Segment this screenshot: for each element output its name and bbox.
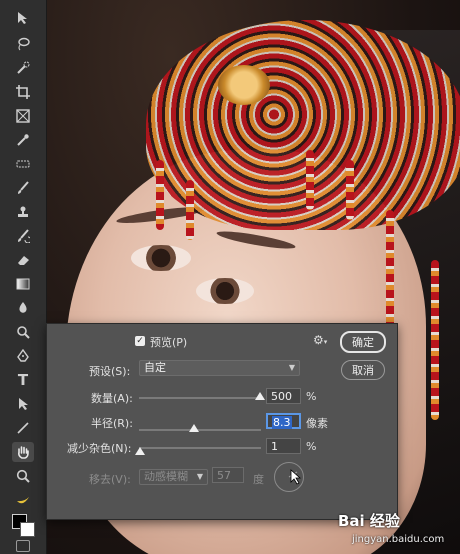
history-brush-icon[interactable]	[12, 226, 34, 246]
healing-icon[interactable]	[12, 154, 34, 174]
radius-label: 半径(R):	[91, 417, 133, 430]
chevron-down-icon: ▼	[196, 472, 203, 481]
amount-input[interactable]: 500	[266, 388, 301, 404]
amount-slider-thumb[interactable]	[254, 392, 265, 400]
filter-dialog: ✓ 预览(P) ⚙▾ 确定 取消 预设(S): 自定 ▼ 数量(A): 500 …	[46, 323, 398, 520]
move-icon[interactable]	[12, 8, 34, 28]
type-icon[interactable]: T	[12, 370, 34, 390]
radius-input-value: 8.3	[272, 416, 292, 429]
gradient-icon[interactable]	[12, 274, 34, 294]
blur-icon[interactable]	[12, 298, 34, 318]
angle-unit: 度	[253, 473, 264, 486]
headdress-fringe	[431, 260, 439, 420]
stamp-icon[interactable]	[12, 202, 34, 222]
amount-unit: %	[306, 390, 317, 403]
preset-label: 预设(S):	[89, 365, 131, 378]
preview-checkbox[interactable]: ✓	[135, 336, 145, 346]
watermark: Bai 经验 jingyan.baidu.com	[338, 510, 456, 550]
right-eye	[196, 278, 254, 304]
crop-icon[interactable]	[12, 82, 34, 102]
headdress-fringe	[346, 160, 354, 220]
headdress-fringe	[306, 150, 314, 210]
path-select-icon[interactable]	[12, 394, 34, 414]
remove-select[interactable]: 动感模糊 ▼	[139, 469, 208, 485]
headdress-fringe	[186, 180, 194, 240]
radius-input[interactable]: 8.3	[266, 413, 301, 429]
type-icon-glyph: T	[17, 371, 29, 389]
background-color-swatch[interactable]	[20, 522, 35, 537]
watermark-main: Bai 经验	[338, 512, 400, 530]
banana-icon[interactable]	[12, 490, 34, 510]
gear-icon[interactable]: ⚙▾	[313, 333, 327, 347]
angle-input-value: 57	[217, 469, 231, 482]
zoom-icon[interactable]	[12, 466, 34, 486]
chevron-down-icon: ▼	[288, 363, 295, 372]
amount-slider[interactable]	[139, 397, 261, 399]
eraser-icon[interactable]	[12, 250, 34, 270]
remove-label: 移去(V):	[89, 473, 131, 486]
cancel-button-label: 取消	[352, 364, 374, 377]
radius-slider-thumb[interactable]	[188, 424, 199, 432]
noise-input[interactable]: 1	[266, 438, 301, 454]
preset-select[interactable]: 自定 ▼	[139, 360, 300, 376]
noise-unit: %	[306, 440, 317, 453]
ok-button-label: 确定	[352, 336, 374, 349]
preview-label: 预览(P)	[150, 336, 188, 349]
preset-select-value: 自定	[144, 361, 166, 374]
lasso-icon[interactable]	[12, 34, 34, 54]
frame-icon[interactable]	[12, 106, 34, 126]
dodge-icon[interactable]	[12, 322, 34, 342]
pen-icon[interactable]	[12, 346, 34, 366]
radius-unit: 像素	[306, 417, 328, 430]
headdress-pendant	[218, 65, 270, 105]
amount-label: 数量(A):	[91, 392, 133, 405]
ok-button[interactable]: 确定	[340, 331, 386, 353]
noise-slider-thumb[interactable]	[135, 447, 146, 455]
angle-input[interactable]: 57	[212, 467, 244, 483]
amount-input-value: 500	[271, 390, 292, 403]
watermark-url: jingyan.baidu.com	[352, 534, 445, 545]
hand-icon[interactable]	[12, 442, 34, 462]
headdress-fringe	[156, 160, 164, 230]
left-eye	[131, 245, 191, 271]
noise-input-value: 1	[271, 440, 278, 453]
mouse-cursor-icon	[290, 469, 302, 488]
quick-select-icon[interactable]	[12, 58, 34, 78]
cancel-button[interactable]: 取消	[341, 360, 385, 380]
noise-slider[interactable]	[139, 447, 261, 449]
eyedropper-icon[interactable]	[12, 130, 34, 150]
tools-panel: T	[0, 0, 47, 554]
remove-select-value: 动感模糊	[144, 470, 188, 483]
noise-label: 减少杂色(N):	[67, 442, 132, 455]
line-icon[interactable]	[12, 418, 34, 438]
brush-icon[interactable]	[12, 178, 34, 198]
radius-slider[interactable]	[139, 429, 261, 431]
quick-mask-icon[interactable]	[16, 540, 30, 552]
